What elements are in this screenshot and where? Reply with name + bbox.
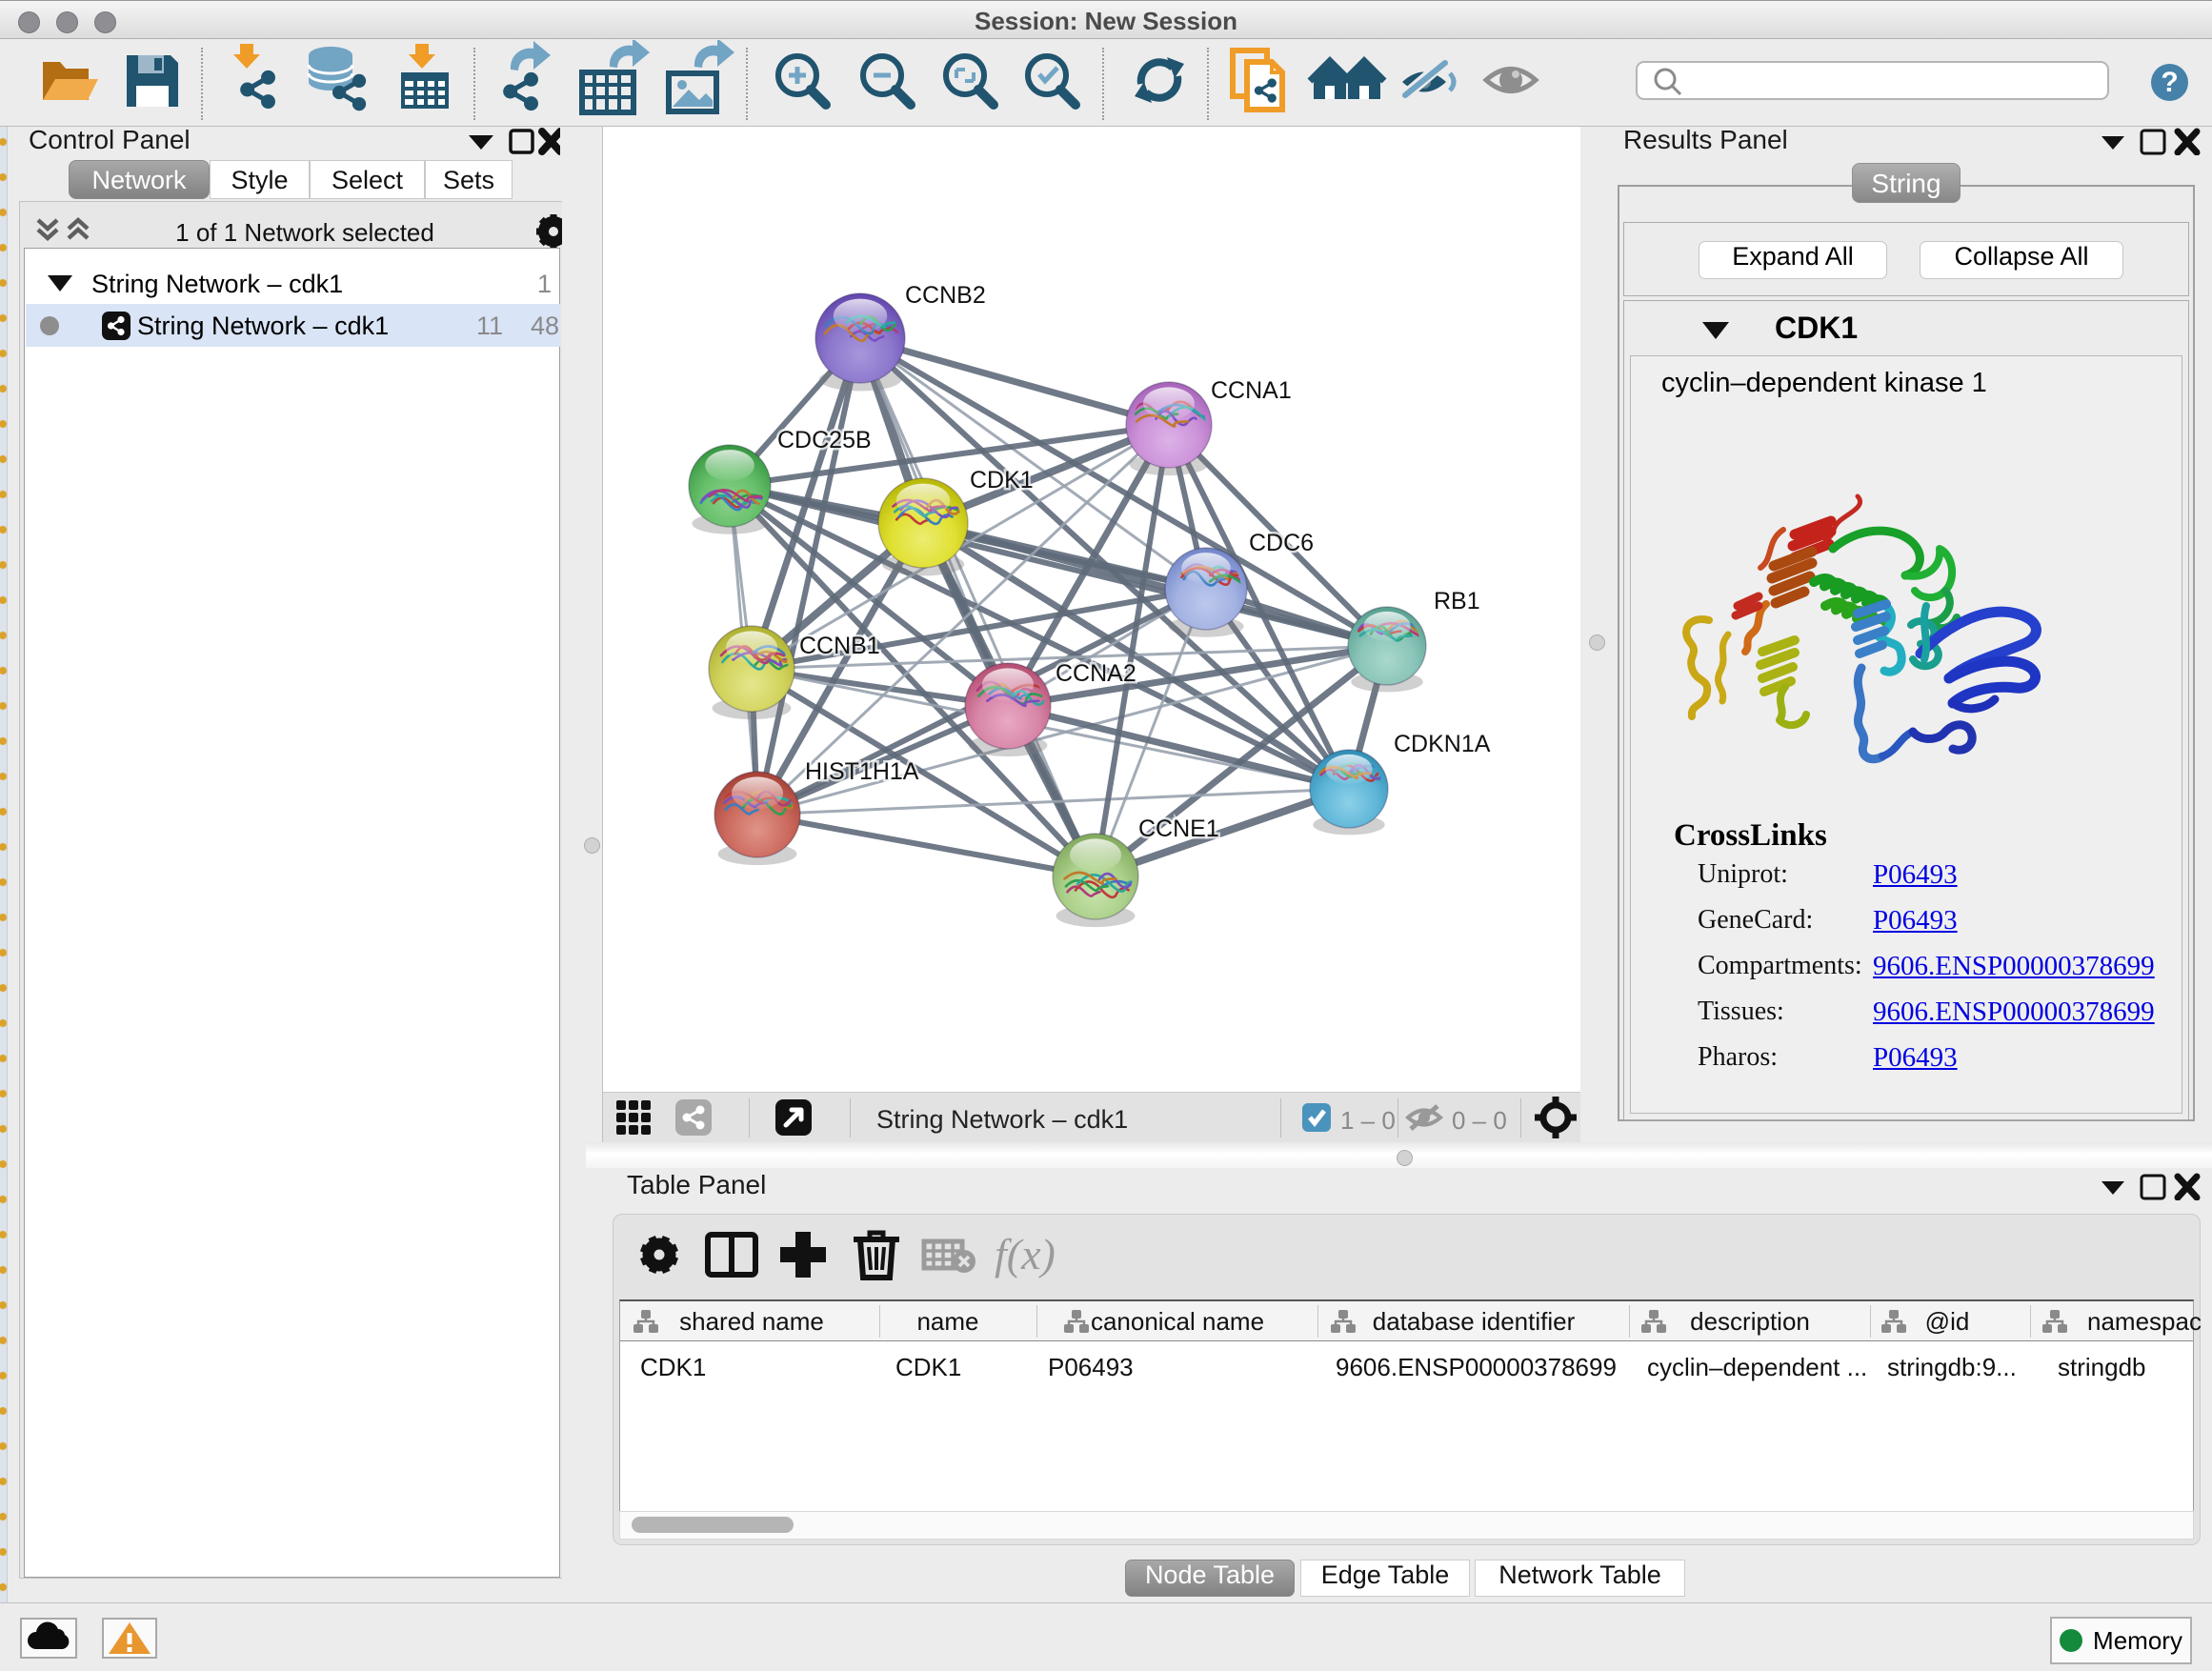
svg-text:RB1: RB1 [1434,588,1480,614]
svg-text:CCNE1: CCNE1 [1138,815,1219,842]
svg-text:CCNB1: CCNB1 [799,633,880,659]
svg-text:1 of 1 Network selected: 1 of 1 Network selected [175,218,434,247]
svg-text:HIST1H1A: HIST1H1A [805,758,919,785]
svg-text:CDKN1A: CDKN1A [1394,731,1491,757]
svg-text:CCNA1: CCNA1 [1211,377,1292,404]
svg-text:CCNB2: CCNB2 [905,282,986,309]
svg-text:CCNA2: CCNA2 [1056,660,1136,687]
svg-text:CDC25B: CDC25B [777,427,872,453]
svg-text:CDC6: CDC6 [1249,530,1314,556]
svg-text:f(x): f(x) [995,1230,1056,1278]
svg-text:CDK1: CDK1 [970,467,1034,493]
